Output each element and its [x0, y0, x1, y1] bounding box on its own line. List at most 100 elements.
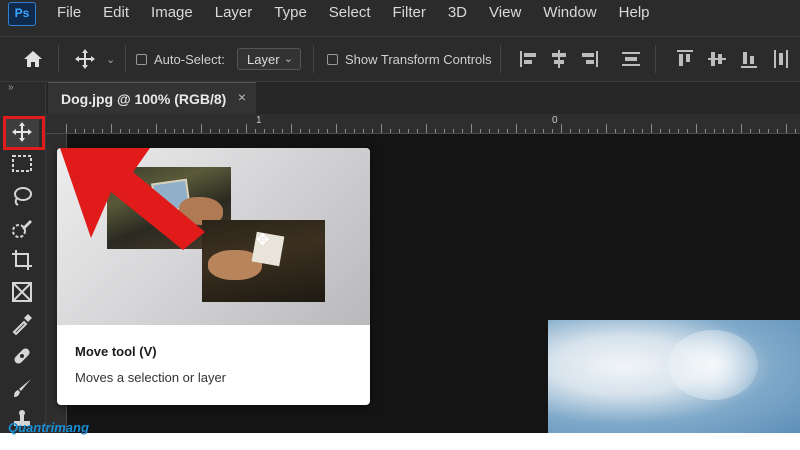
tooltip-description: Moves a selection or layer [75, 370, 227, 385]
ruler-tick [309, 129, 310, 133]
ruler-tick [777, 129, 778, 133]
ruler-tick [381, 124, 382, 133]
ruler-tick [219, 129, 220, 133]
menu-layer[interactable]: Layer [215, 4, 253, 21]
menu-select[interactable]: Select [329, 4, 371, 21]
align-top-edges-icon[interactable] [676, 50, 694, 68]
options-separator [655, 45, 656, 73]
ruler-tick [255, 129, 256, 133]
ruler-tick [102, 129, 103, 133]
ruler-tick [75, 129, 76, 133]
ruler-tick [606, 124, 607, 133]
ruler-tick [462, 129, 463, 133]
ruler-tick [588, 129, 589, 133]
align-horizontal-centers-icon[interactable] [550, 50, 568, 68]
ruler-tick [372, 129, 373, 133]
menu-type[interactable]: Type [274, 4, 307, 21]
menu-edit[interactable]: Edit [103, 4, 129, 21]
ruler-tick [129, 129, 130, 133]
menu-help[interactable]: Help [619, 4, 650, 21]
checkbox-box[interactable] [136, 53, 147, 65]
watermark-logo: Quantrimang [8, 420, 89, 435]
panel-collapse-icon[interactable]: » [8, 82, 15, 93]
photoshop-window: Ps File Edit Image Layer Type Select Fil… [0, 0, 800, 433]
chevron-down-icon: ⌄ [283, 53, 293, 65]
ruler-tick [147, 129, 148, 133]
ruler-label: 0 [552, 115, 558, 126]
ruler-tick [237, 129, 238, 133]
ruler-tick [93, 129, 94, 133]
menu-3d[interactable]: 3D [448, 4, 467, 21]
ruler-tick [660, 129, 661, 133]
close-icon[interactable]: × [238, 89, 246, 105]
home-button[interactable] [22, 37, 44, 81]
ruler-tick [525, 129, 526, 133]
ruler-tick [579, 129, 580, 133]
ruler-tick [336, 124, 337, 133]
align-vertical-centers-icon[interactable] [708, 50, 726, 68]
quick-selection-tool-button[interactable] [5, 213, 39, 243]
eyedropper-icon [12, 314, 32, 335]
ruler-tick [543, 129, 544, 133]
marquee-tool-button[interactable] [5, 149, 39, 179]
layer-dropdown[interactable]: Layer ⌄ [237, 48, 301, 70]
options-separator [313, 45, 314, 73]
ruler-tick [363, 129, 364, 133]
horizontal-ruler[interactable]: 1 0 [66, 114, 800, 134]
lasso-tool-button[interactable] [5, 181, 39, 211]
ruler-tick [669, 129, 670, 133]
ruler-tick [282, 129, 283, 133]
tooltip-preview-image: ✥ [202, 220, 325, 302]
ruler-tick [714, 129, 715, 133]
ruler-tick [156, 124, 157, 133]
ruler-tick [480, 129, 481, 133]
ruler-tick [732, 129, 733, 133]
ruler-tick [615, 129, 616, 133]
ruler-tick [246, 124, 247, 133]
bandage-icon [14, 348, 30, 364]
menu-image[interactable]: Image [151, 4, 193, 21]
align-left-edges-icon[interactable] [520, 50, 538, 68]
menu-filter[interactable]: Filter [393, 4, 426, 21]
crop-icon [12, 250, 32, 270]
crop-tool-button[interactable] [5, 245, 39, 275]
photoshop-logo-icon: Ps [8, 2, 36, 26]
align-right-edges-icon[interactable] [580, 50, 598, 68]
menu-window[interactable]: Window [543, 4, 596, 21]
ruler-tick [786, 124, 787, 133]
menu-file[interactable]: File [57, 4, 81, 21]
ruler-tick [300, 129, 301, 133]
frame-tool-button[interactable] [5, 277, 39, 307]
eyedropper-tool-button[interactable] [5, 309, 39, 339]
frame-icon [12, 282, 32, 302]
layer-dropdown-value: Layer [247, 51, 280, 67]
ruler-tick [84, 129, 85, 133]
ruler-tick [210, 129, 211, 133]
ruler-tick [120, 129, 121, 133]
ruler-tick [174, 129, 175, 133]
show-transform-checkbox[interactable]: Show Transform Controls [327, 37, 492, 81]
checkbox-box[interactable] [327, 53, 338, 65]
ruler-tick [138, 129, 139, 133]
ruler-tick [426, 124, 427, 133]
menu-view[interactable]: View [489, 4, 521, 21]
auto-select-checkbox[interactable]: Auto-Select: [136, 37, 225, 81]
document-tab[interactable]: Dog.jpg @ 100% (RGB/8) × [48, 82, 256, 114]
ruler-origin[interactable] [46, 114, 67, 134]
ruler-tick [507, 129, 508, 133]
tool-preset-picker[interactable]: ⌄ [74, 37, 115, 81]
ruler-tick [570, 129, 571, 133]
healing-brush-tool-button[interactable] [5, 341, 39, 371]
distribute-horizontal-icon[interactable] [772, 50, 790, 68]
quick-selection-brush-icon [12, 220, 32, 238]
ruler-tick [489, 129, 490, 133]
ruler-tick [183, 129, 184, 133]
brush-tool-button[interactable] [5, 373, 39, 403]
red-arrow-annotation [60, 148, 205, 250]
distribute-vertical-icon[interactable] [622, 50, 640, 68]
ruler-tick [705, 129, 706, 133]
align-bottom-edges-icon[interactable] [740, 50, 758, 68]
move-tool-highlight [3, 116, 45, 150]
ruler-tick [444, 129, 445, 133]
home-icon [24, 51, 42, 67]
